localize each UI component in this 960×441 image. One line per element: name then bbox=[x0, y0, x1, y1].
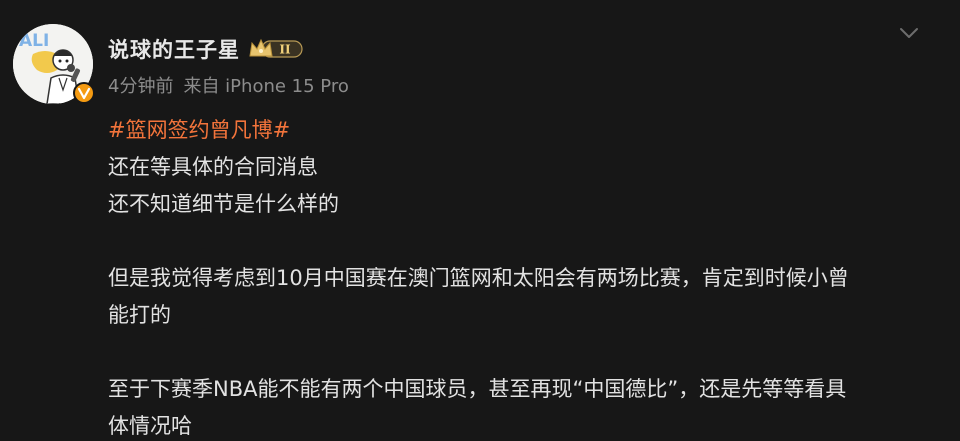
post-line: 还不知道细节是什么样的 bbox=[108, 192, 339, 216]
post-line: 还在等具体的合同消息 bbox=[108, 155, 318, 179]
vip-level-text: II bbox=[279, 43, 291, 57]
post-line: 体情况哈 bbox=[108, 414, 192, 438]
crown-vip-badge-icon[interactable]: II bbox=[248, 36, 304, 62]
post-line: 能打的 bbox=[108, 303, 171, 327]
verified-v-icon bbox=[73, 82, 95, 104]
post-content: #篮网签约曾凡博# 还在等具体的合同消息 还不知道细节是什么样的 但是我觉得考虑… bbox=[108, 112, 928, 441]
post-line: 但是我觉得考虑到10月中国赛在澳门篮网和太阳会有两场比赛，肯定到时候小曾 bbox=[108, 266, 849, 290]
avatar-logo-text: ALI bbox=[19, 31, 49, 51]
post-source: 来自 iPhone 15 Pro bbox=[183, 76, 349, 97]
post-meta: 4分钟前 来自 iPhone 15 Pro bbox=[108, 72, 349, 98]
author-row: 说球的王子星 II bbox=[108, 34, 304, 64]
post-time: 4分钟前 bbox=[108, 76, 174, 97]
author-name[interactable]: 说球的王子星 bbox=[108, 34, 240, 64]
weibo-post-card: ALI 说球的王子星 II 4分钟前 来自 iPhone 15 Pro #篮网签… bbox=[0, 0, 960, 441]
hashtag-link[interactable]: #篮网签约曾凡博# bbox=[108, 118, 290, 142]
post-line: 至于下赛季NBA能不能有两个中国球员，甚至再现“中国德比”，还是先等等看具 bbox=[108, 377, 847, 401]
chevron-down-icon[interactable] bbox=[896, 20, 922, 46]
